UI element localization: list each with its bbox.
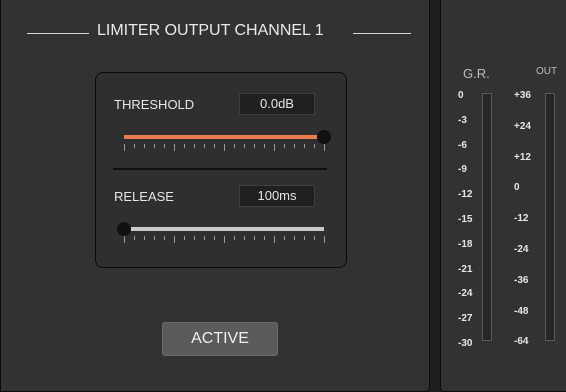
threshold-slider[interactable] <box>124 130 331 152</box>
limiter-panel: LIMITER OUTPUT CHANNEL 1 THRESHOLD 0.0dB… <box>0 0 430 392</box>
release-slider-tick <box>174 236 175 243</box>
threshold-slider-ticks <box>124 144 325 152</box>
gr-scale-label: -24 <box>458 288 473 300</box>
release-slider-tick <box>224 236 225 243</box>
threshold-slider-tick <box>294 144 295 148</box>
release-slider-handle[interactable] <box>117 222 131 236</box>
out-scale-label: +12 <box>514 151 531 163</box>
active-button[interactable]: ACTIVE <box>162 322 278 356</box>
out-scale-label: -48 <box>514 305 529 317</box>
threshold-slider-tick <box>194 144 195 148</box>
threshold-slider-tick <box>214 144 215 148</box>
gr-scale-label: -6 <box>458 139 467 151</box>
threshold-slider-tick <box>164 144 165 148</box>
threshold-slider-tick <box>264 144 265 148</box>
release-slider-tick <box>124 236 125 243</box>
gr-scale-label: -9 <box>458 164 467 176</box>
controls-divider <box>113 168 327 170</box>
out-scale-label: -12 <box>514 213 529 225</box>
release-slider-tick <box>244 236 245 240</box>
out-meter-bar <box>545 93 555 341</box>
threshold-slider-tick <box>304 144 305 148</box>
release-slider-tick <box>214 236 215 240</box>
threshold-slider-tick <box>244 144 245 148</box>
release-slider[interactable] <box>117 222 325 244</box>
release-slider-track <box>124 227 324 231</box>
out-scale-label: -24 <box>514 244 529 255</box>
panel-title-row: LIMITER OUTPUT CHANNEL 1 <box>27 22 411 42</box>
gr-scale-label: -30 <box>458 338 473 349</box>
title-rule-left <box>27 33 89 34</box>
threshold-slider-tick <box>144 144 145 148</box>
gr-scale-label: -12 <box>458 189 473 201</box>
release-slider-tick <box>164 236 165 240</box>
meter-panel: G.R. OUT 0 -3 -6 -9 -12 -15 -18 -21 -24 -27 -30 +3… <box>440 0 566 392</box>
title-rule-right <box>353 33 411 34</box>
threshold-slider-tick <box>254 144 255 148</box>
release-label: RELEASE <box>114 189 174 204</box>
release-slider-tick <box>234 236 235 240</box>
out-scale-label: -36 <box>514 274 529 286</box>
threshold-slider-tick <box>184 144 185 148</box>
gr-meter-label: G.R. <box>463 66 490 81</box>
gr-scale-label: -18 <box>458 238 473 250</box>
threshold-slider-tick <box>134 144 135 148</box>
out-meter-label: OUT <box>536 66 558 77</box>
threshold-slider-tick <box>284 144 285 148</box>
release-slider-tick <box>324 236 325 243</box>
threshold-slider-tick <box>154 144 155 148</box>
out-scale-label: +36 <box>514 90 531 101</box>
threshold-slider-tick <box>174 144 175 151</box>
gr-scale-label: 0 <box>458 90 464 101</box>
release-slider-tick <box>154 236 155 240</box>
release-slider-tick <box>134 236 135 240</box>
panel-title: LIMITER OUTPUT CHANNEL 1 <box>97 22 324 39</box>
threshold-slider-tick <box>124 144 125 151</box>
release-slider-tick <box>264 236 265 240</box>
release-slider-tick <box>304 236 305 240</box>
gr-meter-bar <box>482 93 492 341</box>
release-slider-tick <box>274 236 275 243</box>
gr-scale-label: -21 <box>458 263 473 275</box>
threshold-label: THRESHOLD <box>114 97 195 112</box>
gr-scale-label: -3 <box>458 114 467 126</box>
gr-scale-label: -27 <box>458 313 473 325</box>
out-scale-label: +24 <box>514 120 531 132</box>
threshold-slider-tick <box>314 144 315 148</box>
release-slider-tick <box>144 236 145 240</box>
threshold-slider-tick <box>224 144 225 151</box>
release-slider-ticks <box>124 236 325 244</box>
release-value-field[interactable]: 100ms <box>239 185 315 207</box>
threshold-slider-handle[interactable] <box>317 130 331 144</box>
threshold-value-field[interactable]: 0.0dB <box>239 93 315 115</box>
threshold-slider-tick <box>234 144 235 148</box>
release-slider-tick <box>254 236 255 240</box>
release-slider-tick <box>194 236 195 240</box>
threshold-slider-fill <box>124 135 324 139</box>
threshold-slider-tick <box>204 144 205 148</box>
release-slider-tick <box>204 236 205 240</box>
release-slider-tick <box>284 236 285 240</box>
out-scale-label: -64 <box>514 336 529 348</box>
out-scale-label: 0 <box>514 182 520 194</box>
gr-scale-label: -15 <box>458 214 473 225</box>
release-slider-tick <box>314 236 315 240</box>
threshold-slider-tick <box>274 144 275 151</box>
threshold-slider-tick <box>324 144 325 151</box>
release-slider-tick <box>184 236 185 240</box>
release-slider-tick <box>294 236 295 240</box>
